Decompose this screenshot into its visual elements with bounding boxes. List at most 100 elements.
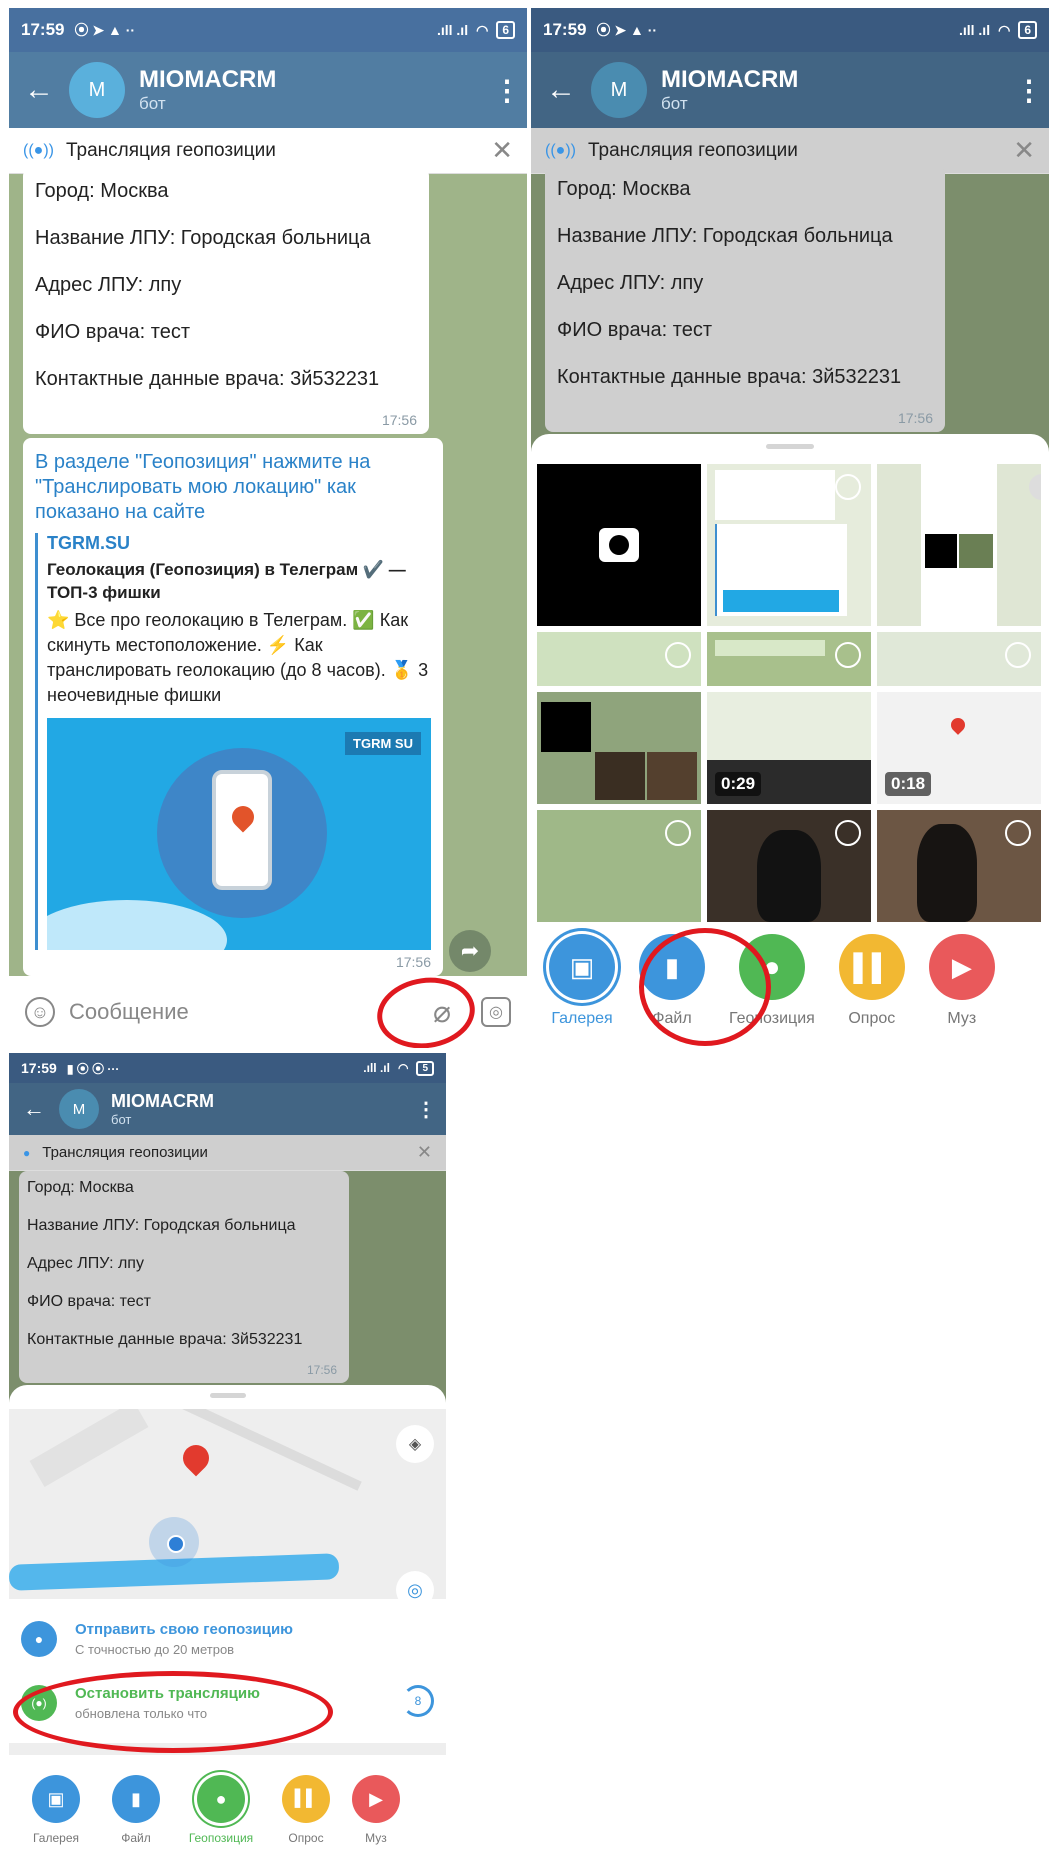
map-view[interactable]: ◈ ◎ [9,1409,446,1599]
video-duration: 0:18 [885,772,932,796]
screenshot-attach-menu: 17:59 ⦿ ➤ ▲ ·· .ıll .ıl ◠ 6 ← M MIOMACRM… [531,8,1049,1048]
instruction-text[interactable]: В разделе "Геопозиция" нажмите на "Транс… [35,450,431,525]
avatar[interactable]: M [69,62,125,118]
tab-location[interactable]: ● Геопозиция [181,1775,261,1854]
select-circle[interactable] [1005,642,1031,668]
tab-poll[interactable]: ▌▌ Опрос [271,1775,341,1854]
info-line: Город: Москва [27,1179,134,1196]
gallery-photo[interactable] [877,810,1041,922]
chat-header: ← M MIOMACRM бот ⋮ [531,52,1049,128]
info-message: Город: Москва Название ЛПУ: Городская бо… [19,1171,349,1383]
web-preview[interactable]: TGRM.SU Геолокация (Геопозиция) в Телегр… [35,533,431,950]
status-time: 17:59 [21,20,65,39]
status-time: 17:59 [543,20,587,39]
tab-music[interactable]: ▶ Муз [928,934,995,1034]
tab-label: Опрос [848,1010,896,1027]
close-icon[interactable]: ✕ [417,1142,432,1163]
preview-title: Геолокация (Геопозиция) в Телеграм ✔️ — … [47,560,406,602]
screenshot-chat: 17:59 ⦿ ➤ ▲ ·· .ıll .ıl ◠ 6 ← M MIOMACRM… [9,8,527,1048]
gallery-photo[interactable] [877,632,1041,686]
select-circle[interactable] [1005,820,1031,846]
preview-description: ⭐ Все про геолокацию в Телеграм. ✅ Как с… [47,610,429,705]
info-line: Город: Москва [35,180,169,202]
battery-icon: 6 [1018,21,1037,39]
chat-title: MIOMACRM [111,1091,214,1111]
gallery-photo[interactable] [877,464,1041,626]
camera-tile[interactable] [537,464,701,626]
info-line: Адрес ЛПУ: лпу [557,272,704,294]
avatar[interactable]: M [59,1089,99,1129]
attach-tabs: ▣ Галерея ▮ Файл ● Геопозиция ▌▌ Опрос ▶… [531,934,1049,1034]
select-circle[interactable] [835,642,861,668]
info-line: Город: Москва [557,178,691,200]
live-timer: 8 [402,1685,434,1717]
tab-gallery[interactable]: ▣ Галерея [549,934,615,1034]
gallery-photo[interactable] [707,810,871,922]
wifi-icon: ◠ [397,1061,409,1075]
select-circle[interactable] [835,820,861,846]
my-location-button[interactable]: ◎ [396,1571,434,1599]
sheet-handle[interactable] [209,1393,246,1398]
close-icon[interactable]: ✕ [1013,135,1035,166]
select-circle[interactable] [835,474,861,500]
more-menu-icon[interactable]: ⋮ [487,74,527,107]
location-sheet: ◈ ◎ ● Отправить свою геопозицию С точнос… [9,1385,446,1854]
select-circle[interactable] [665,820,691,846]
back-arrow-icon[interactable]: ← [531,73,591,107]
layers-icon[interactable]: ◈ [396,1425,434,1463]
video-thumbnail[interactable]: 0:29 [707,692,871,804]
tab-label: Муз [365,1831,387,1845]
cloud-shape [47,900,227,950]
avatar[interactable]: M [591,62,647,118]
annotation-circle [13,1671,333,1753]
preview-image: TGRM SU [47,718,431,950]
info-line: Адрес ЛПУ: лпу [35,274,182,296]
select-circle[interactable] [1029,474,1041,500]
info-line: ФИО врача: тест [27,1293,151,1310]
gallery-photo[interactable] [707,464,871,626]
live-location-label: Трансляция геопозиции [587,139,798,161]
tab-music[interactable]: ▶ Муз [351,1775,401,1854]
poll-icon: ▌▌ [838,934,905,1000]
live-location-bar[interactable]: ● Трансляция геопозиции ✕ [9,1135,446,1171]
camera-icon[interactable]: ◎ [481,997,511,1027]
video-duration: 0:29 [715,772,762,796]
info-line: Контактные данные врача: 3й532231 [27,1331,303,1348]
notification-icons: ⦿ ➤ ▲ ·· [74,22,136,38]
tab-file[interactable]: ▮ Файл [101,1775,171,1854]
tab-gallery[interactable]: ▣ Галерея [21,1775,91,1854]
live-location-icon: ((●)) [545,141,576,159]
gallery-photo[interactable] [707,632,871,686]
annotation-circle [639,928,771,1046]
live-location-label: Трансляция геопозиции [42,1144,208,1161]
send-location-title: Отправить свою геопозицию [75,1621,293,1638]
chat-title: MIOMACRM [139,66,277,93]
back-arrow-icon[interactable]: ← [9,73,69,107]
message-time: 17:56 [381,412,417,428]
select-circle[interactable] [665,642,691,668]
more-menu-icon[interactable]: ⋮ [1009,74,1049,107]
emoji-icon[interactable]: ☺ [25,997,55,1027]
live-location-icon: ● [23,1145,31,1160]
tab-label: Муз [947,1010,977,1027]
music-icon: ▶ [352,1775,400,1823]
camera-icon [599,528,639,562]
gallery-photo[interactable] [537,632,701,686]
info-message: Город: Москва Название ЛПУ: Городская бо… [545,166,945,432]
battery-icon: 6 [496,21,515,39]
sheet-handle[interactable] [766,444,814,449]
gallery-photo[interactable] [537,810,701,922]
more-menu-icon[interactable]: ⋮ [406,1097,446,1122]
close-icon[interactable]: ✕ [491,135,513,166]
back-arrow-icon[interactable]: ← [9,1096,59,1122]
phone-illustration [212,770,272,890]
share-icon[interactable]: ➦ [449,930,491,972]
gallery-icon: ▣ [32,1775,80,1823]
send-location-item[interactable]: ● Отправить свою геопозицию С точностью … [9,1611,446,1667]
chat-subtitle: бот [111,1112,132,1127]
video-thumbnail[interactable]: 0:18 [877,692,1041,804]
gallery-photo[interactable] [537,692,701,804]
tab-poll[interactable]: ▌▌ Опрос [838,934,905,1034]
status-right: .ıll .ıl ◠ 6 [959,21,1037,39]
info-line: Название ЛПУ: Городская больница [27,1217,296,1234]
